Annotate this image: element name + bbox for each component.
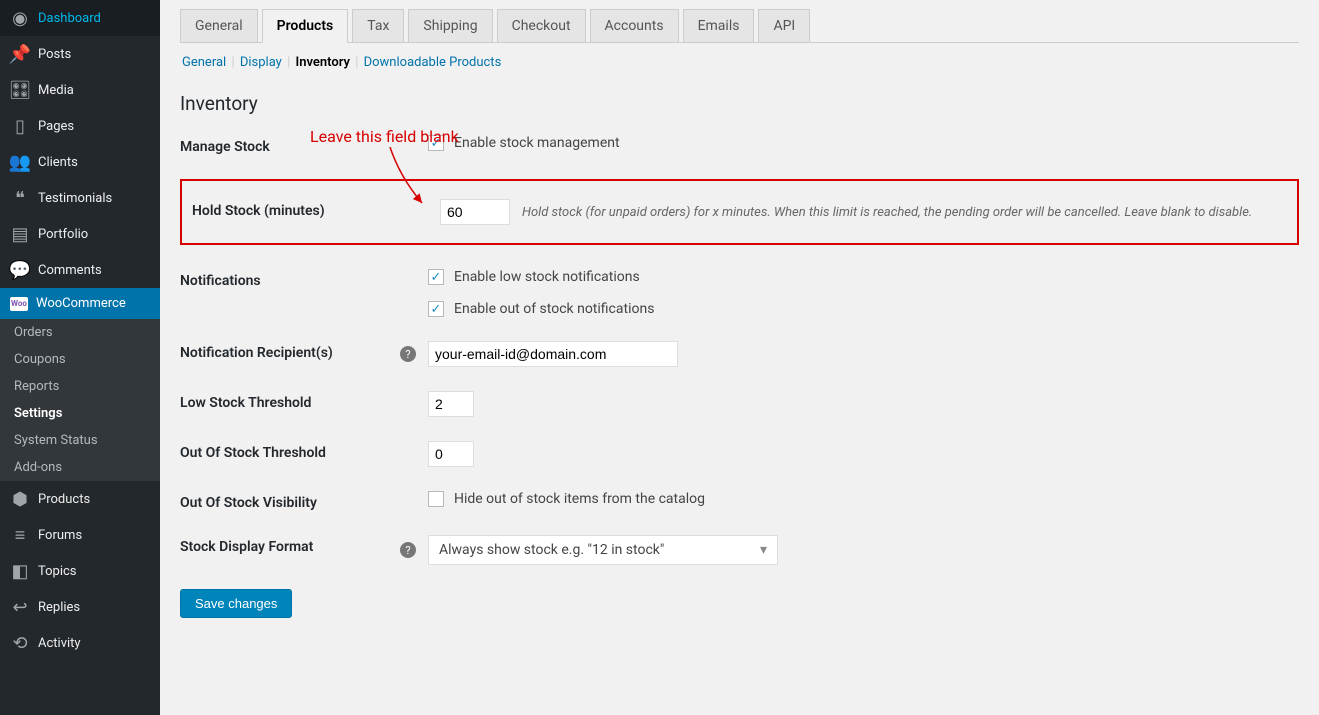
page-title: Inventory bbox=[180, 92, 1299, 115]
sidebar-item-label: Media bbox=[38, 83, 74, 98]
sidebar-item-label: Topics bbox=[38, 564, 77, 579]
sidebar-sub-reports[interactable]: Reports bbox=[0, 373, 160, 400]
sidebar-sub-coupons[interactable]: Coupons bbox=[0, 346, 160, 373]
sidebar-item-topics[interactable]: ◧ Topics bbox=[0, 553, 160, 589]
comment-icon: 💬 bbox=[10, 260, 30, 280]
sidebar-item-testimonials[interactable]: ❝ Testimonials bbox=[0, 180, 160, 216]
subtab-display[interactable]: Display bbox=[240, 55, 282, 70]
help-icon[interactable]: ? bbox=[400, 542, 416, 558]
sidebar-sub-add-ons[interactable]: Add-ons bbox=[0, 454, 160, 481]
image-icon: ▤ bbox=[10, 224, 30, 244]
low-stock-notif-checkbox[interactable] bbox=[428, 269, 444, 285]
tab-api[interactable]: API bbox=[758, 9, 810, 43]
sidebar-item-clients[interactable]: 👥 Clients bbox=[0, 144, 160, 180]
tab-products[interactable]: Products bbox=[262, 9, 349, 43]
tab-general[interactable]: General bbox=[180, 9, 258, 43]
sidebar-item-posts[interactable]: 📌 Posts bbox=[0, 36, 160, 72]
hold-stock-input[interactable] bbox=[440, 199, 510, 225]
display-fmt-select[interactable]: Always show stock e.g. "12 in stock" bbox=[428, 535, 778, 565]
sidebar-item-pages[interactable]: ▯ Pages bbox=[0, 108, 160, 144]
display-fmt-row: Stock Display Format ? Always show stock… bbox=[180, 535, 1299, 565]
sidebar-item-label: Dashboard bbox=[38, 11, 101, 26]
oos-notif-checkbox[interactable] bbox=[428, 301, 444, 317]
low-thresh-row: Low Stock Threshold bbox=[180, 391, 1299, 417]
recipient-row: Notification Recipient(s) ? bbox=[180, 341, 1299, 367]
sidebar-item-label: Posts bbox=[38, 47, 71, 62]
low-thresh-label: Low Stock Threshold bbox=[180, 391, 400, 411]
sidebar-item-label: WooCommerce bbox=[36, 296, 126, 311]
save-button[interactable]: Save changes bbox=[180, 589, 292, 618]
notifications-row-1: Notifications Enable low stock notificat… bbox=[180, 269, 1299, 289]
sidebar-item-label: Comments bbox=[38, 263, 102, 278]
subtab-general[interactable]: General bbox=[182, 55, 226, 70]
settings-tabs: GeneralProductsTaxShippingCheckoutAccoun… bbox=[180, 0, 1299, 43]
display-fmt-label: Stock Display Format bbox=[180, 535, 400, 555]
sidebar-item-label: Testimonials bbox=[38, 191, 112, 206]
admin-sidebar: ◉ Dashboard 📌 Posts 🎛 Media ▯ Pages 👥 Clients ❝ Tes… bbox=[0, 0, 160, 715]
activity-icon: ⟲ bbox=[10, 633, 30, 653]
subtab-inventory[interactable]: Inventory bbox=[295, 55, 350, 70]
sidebar-item-label: Forums bbox=[38, 528, 82, 543]
tab-checkout[interactable]: Checkout bbox=[497, 9, 586, 43]
oos-vis-checkbox[interactable] bbox=[428, 491, 444, 507]
oos-thresh-row: Out Of Stock Threshold bbox=[180, 441, 1299, 467]
sidebar-item-products[interactable]: ⬢ Products bbox=[0, 481, 160, 517]
sidebar-item-label: Products bbox=[38, 492, 90, 507]
sidebar-sub-settings[interactable]: Settings bbox=[0, 400, 160, 427]
oos-thresh-label: Out Of Stock Threshold bbox=[180, 441, 400, 461]
products-subtabs: General | Display | Inventory | Download… bbox=[180, 43, 1299, 82]
notifications-label: Notifications bbox=[180, 269, 400, 289]
sidebar-sub-system-status[interactable]: System Status bbox=[0, 427, 160, 454]
oos-notif-label: Enable out of stock notifications bbox=[454, 301, 654, 317]
notifications-row-2: Enable out of stock notifications bbox=[180, 301, 1299, 317]
tab-accounts[interactable]: Accounts bbox=[590, 9, 679, 43]
sidebar-item-media[interactable]: 🎛 Media bbox=[0, 72, 160, 108]
hold-stock-label: Hold Stock (minutes) bbox=[192, 199, 412, 219]
sidebar-item-woocommerce[interactable]: Woo WooCommerce bbox=[0, 288, 160, 319]
media-icon: 🎛 bbox=[10, 80, 30, 100]
tab-tax[interactable]: Tax bbox=[352, 9, 404, 43]
sidebar-item-label: Activity bbox=[38, 636, 81, 651]
subtab-downloadable-products[interactable]: Downloadable Products bbox=[364, 55, 502, 70]
oos-thresh-input[interactable] bbox=[428, 441, 474, 467]
sidebar-item-comments[interactable]: 💬 Comments bbox=[0, 252, 160, 288]
quote-icon: ❝ bbox=[10, 188, 30, 208]
reply-icon: ↩ bbox=[10, 597, 30, 617]
sidebar-item-label: Replies bbox=[38, 600, 80, 615]
forum-icon: ≡ bbox=[10, 525, 30, 545]
sidebar-item-label: Portfolio bbox=[38, 227, 88, 242]
hold-stock-highlight: Hold Stock (minutes) Hold stock (for unp… bbox=[180, 179, 1299, 245]
main-content: GeneralProductsTaxShippingCheckoutAccoun… bbox=[160, 0, 1319, 715]
sidebar-item-activity[interactable]: ⟲ Activity bbox=[0, 625, 160, 661]
sidebar-sub-orders[interactable]: Orders bbox=[0, 319, 160, 346]
woo-icon: Woo bbox=[10, 297, 28, 311]
topic-icon: ◧ bbox=[10, 561, 30, 581]
oos-vis-row: Out Of Stock Visibility Hide out of stoc… bbox=[180, 491, 1299, 511]
sidebar-item-replies[interactable]: ↩ Replies bbox=[0, 589, 160, 625]
sidebar-item-label: Pages bbox=[38, 119, 74, 134]
sidebar-item-label: Clients bbox=[38, 155, 78, 170]
tab-shipping[interactable]: Shipping bbox=[408, 9, 492, 43]
page-icon: ▯ bbox=[10, 116, 30, 136]
sidebar-item-dashboard[interactable]: ◉ Dashboard bbox=[0, 0, 160, 36]
oos-vis-label: Out Of Stock Visibility bbox=[180, 491, 400, 511]
recipient-input[interactable] bbox=[428, 341, 678, 367]
manage-stock-cb-label: Enable stock management bbox=[454, 135, 620, 151]
help-icon[interactable]: ? bbox=[400, 346, 416, 362]
dashboard-icon: ◉ bbox=[10, 8, 30, 28]
hold-stock-desc: Hold stock (for unpaid orders) for x min… bbox=[522, 205, 1252, 220]
annotation-label: Leave this field blank bbox=[310, 127, 459, 146]
tab-emails[interactable]: Emails bbox=[683, 9, 755, 43]
low-thresh-input[interactable] bbox=[428, 391, 474, 417]
sidebar-item-portfolio[interactable]: ▤ Portfolio bbox=[0, 216, 160, 252]
oos-vis-cb-label: Hide out of stock items from the catalog bbox=[454, 491, 705, 507]
users-icon: 👥 bbox=[10, 152, 30, 172]
product-icon: ⬢ bbox=[10, 489, 30, 509]
low-stock-notif-label: Enable low stock notifications bbox=[454, 269, 640, 285]
recipient-label: Notification Recipient(s) bbox=[180, 341, 400, 361]
sidebar-submenu: OrdersCouponsReportsSettingsSystem Statu… bbox=[0, 319, 160, 481]
pin-icon: 📌 bbox=[10, 44, 30, 64]
sidebar-item-forums[interactable]: ≡ Forums bbox=[0, 517, 160, 553]
